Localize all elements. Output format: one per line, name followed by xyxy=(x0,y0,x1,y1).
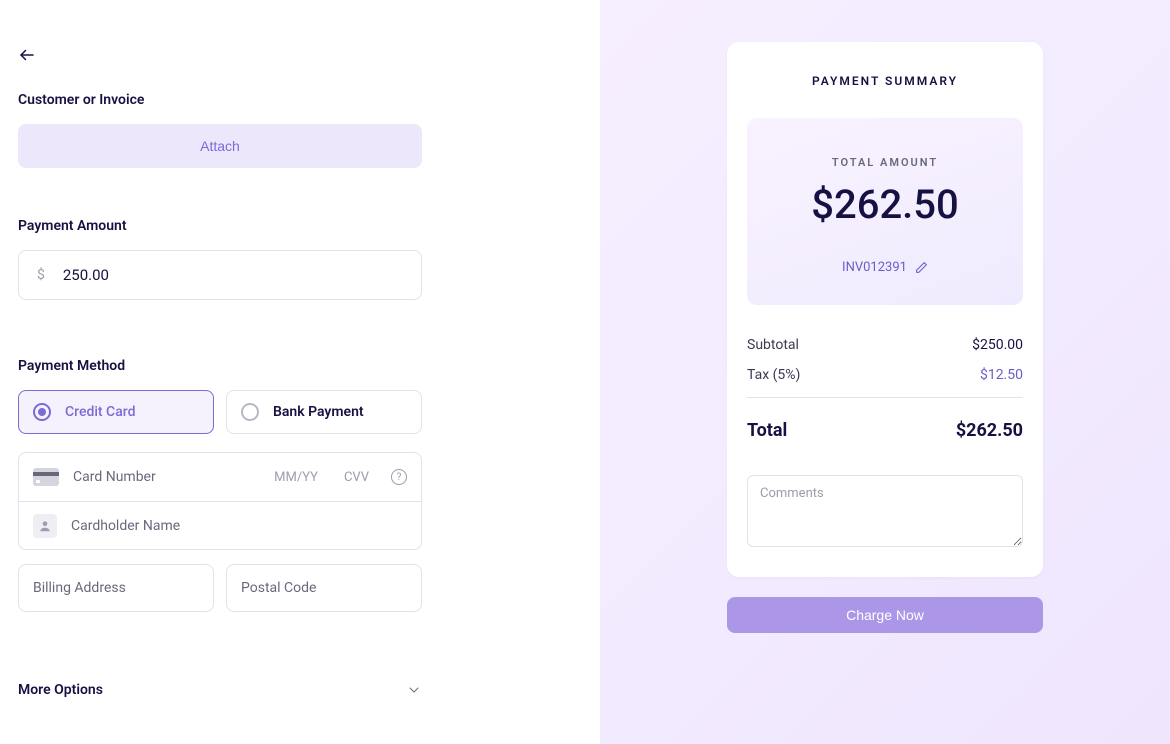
charge-button[interactable]: Charge Now xyxy=(727,597,1043,633)
amount-label: Payment Amount xyxy=(18,218,582,234)
invoice-reference[interactable]: INV012391 xyxy=(842,260,928,275)
more-options-toggle[interactable]: More Options xyxy=(18,682,422,698)
radio-selected-icon xyxy=(33,403,51,421)
amount-input[interactable] xyxy=(63,266,403,284)
edit-icon xyxy=(915,261,928,274)
person-icon xyxy=(33,514,57,538)
postal-placeholder: Postal Code xyxy=(241,580,407,596)
summary-tax: Tax (5%) $12.50 xyxy=(747,367,1023,383)
card-number-placeholder: Card Number xyxy=(73,469,248,485)
credit-card-icon xyxy=(33,468,59,486)
invoice-ref-text: INV012391 xyxy=(842,260,907,275)
attach-button[interactable]: Attach xyxy=(18,124,422,168)
method-label: Payment Method xyxy=(18,358,582,374)
summary-subtotal: Subtotal $250.00 xyxy=(747,337,1023,353)
total-label: TOTAL AMOUNT xyxy=(757,156,1013,169)
subtotal-value: $250.00 xyxy=(972,337,1023,353)
total-amount: $262.50 xyxy=(757,181,1013,228)
divider xyxy=(747,397,1023,398)
address-row: Billing Address Postal Code xyxy=(18,564,582,612)
comments-input[interactable] xyxy=(747,475,1023,547)
method-bank-payment[interactable]: Bank Payment xyxy=(226,390,422,434)
subtotal-label: Subtotal xyxy=(747,337,799,353)
dollar-icon: $ xyxy=(37,267,45,283)
card-exp-placeholder: MM/YY xyxy=(274,470,318,485)
method-credit-label: Credit Card xyxy=(65,404,135,420)
summary-heading: PAYMENT SUMMARY xyxy=(747,74,1023,88)
summary-card: PAYMENT SUMMARY TOTAL AMOUNT $262.50 INV… xyxy=(727,42,1043,577)
tax-value: $12.50 xyxy=(980,367,1023,383)
customer-label: Customer or Invoice xyxy=(18,92,582,108)
more-options-label: More Options xyxy=(18,682,103,698)
total-box: TOTAL AMOUNT $262.50 INV012391 xyxy=(747,118,1023,305)
tax-label: Tax (5%) xyxy=(747,367,800,383)
postal-code-field[interactable]: Postal Code xyxy=(226,564,422,612)
summary-panel: PAYMENT SUMMARY TOTAL AMOUNT $262.50 INV… xyxy=(600,0,1170,744)
method-bank-label: Bank Payment xyxy=(273,404,364,420)
cardholder-placeholder: Cardholder Name xyxy=(71,518,407,534)
total-line-value: $262.50 xyxy=(956,420,1023,441)
billing-address-field[interactable]: Billing Address xyxy=(18,564,214,612)
total-line-label: Total xyxy=(747,420,787,441)
card-block: Card Number MM/YY CVV ? Cardholder Name xyxy=(18,452,422,550)
method-row: Credit Card Bank Payment xyxy=(18,390,582,434)
amount-field[interactable]: $ xyxy=(18,250,422,300)
help-icon[interactable]: ? xyxy=(391,469,407,485)
form-panel: Customer or Invoice Attach Payment Amoun… xyxy=(0,0,600,744)
radio-unselected-icon xyxy=(241,403,259,421)
method-credit-card[interactable]: Credit Card xyxy=(18,390,214,434)
card-number-row[interactable]: Card Number MM/YY CVV ? xyxy=(19,453,421,501)
summary-total-line: Total $262.50 xyxy=(747,420,1023,441)
billing-placeholder: Billing Address xyxy=(33,580,199,596)
cardholder-row[interactable]: Cardholder Name xyxy=(19,501,421,549)
card-cvv-placeholder: CVV xyxy=(344,470,369,485)
back-icon[interactable] xyxy=(18,46,36,64)
chevron-down-icon xyxy=(406,682,422,698)
